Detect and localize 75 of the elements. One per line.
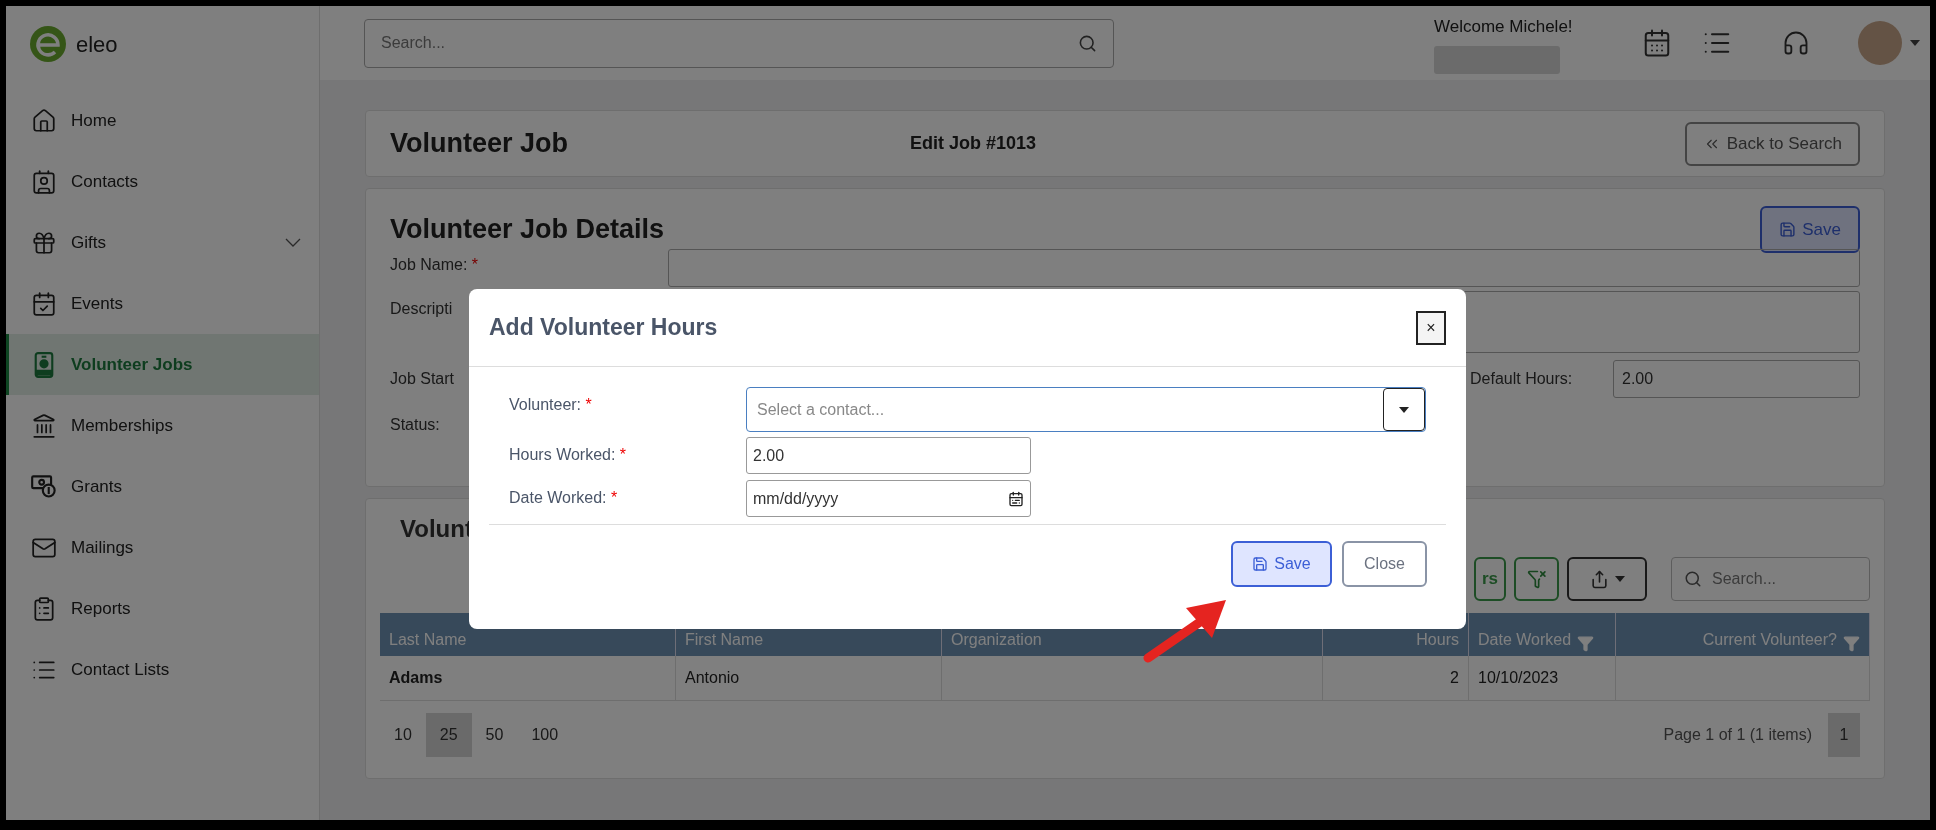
sidebar-item[interactable]: Contacts <box>6 151 319 212</box>
sidebar-item[interactable]: Reports <box>6 578 319 639</box>
welcome-text: Welcome Michele! <box>1434 16 1574 38</box>
save-button[interactable]: Save <box>1760 206 1860 253</box>
hours-field[interactable]: 2.00 <box>746 437 1031 474</box>
table-cell: 10/10/2023 <box>1469 656 1616 700</box>
page-title: Volunteer Job <box>390 127 570 161</box>
page-size-option[interactable]: 10 <box>380 713 426 757</box>
clear-filter-button[interactable] <box>1514 557 1559 601</box>
column-header[interactable]: Date Worked <box>1469 613 1616 656</box>
dropdown-toggle[interactable] <box>1383 388 1425 431</box>
filter-icon[interactable] <box>1577 635 1595 652</box>
floppy-icon <box>1779 221 1797 238</box>
field-label: Descripti <box>390 299 454 319</box>
page-size-option[interactable]: 50 <box>471 713 518 757</box>
default-hours-field[interactable]: 2.00 <box>1613 360 1860 398</box>
sidebar-item[interactable]: Mailings <box>6 517 319 578</box>
page-subtitle: Edit Job #1013 <box>910 132 1038 155</box>
sidebar-item[interactable]: Contact Lists <box>6 639 319 700</box>
search-icon <box>1684 570 1702 588</box>
section-title: Volunteer Job Details <box>390 213 665 247</box>
field-label: Date Worked: * <box>509 488 619 508</box>
search-field[interactable]: Search... <box>364 18 1114 68</box>
page-info: Page 1 of 1 (1 items) <box>1663 725 1812 745</box>
close-button[interactable]: × <box>1416 310 1446 345</box>
gift-icon <box>31 229 57 256</box>
money-icon <box>31 473 57 500</box>
filter-icon[interactable] <box>1843 635 1860 652</box>
dialog-title: Add Volunteer Hours <box>489 313 718 343</box>
sidebar-item[interactable]: Events <box>6 273 319 334</box>
sidebar-item[interactable]: Home <box>6 90 319 151</box>
caret-icon[interactable] <box>1910 40 1920 46</box>
caret-icon <box>1614 576 1625 582</box>
calendar-check-icon <box>31 290 57 317</box>
contact-select[interactable]: Select a contact... <box>746 387 1426 432</box>
field-label: Hours Worked: * <box>509 445 628 465</box>
contact-card-icon <box>31 168 57 195</box>
date-field[interactable]: mm/dd/yyyy <box>746 480 1031 517</box>
sidebar-item[interactable]: Gifts <box>6 212 319 273</box>
sidebar-item[interactable]: Grants <box>6 456 319 517</box>
add-volunteers-button[interactable]: rs <box>1473 557 1506 601</box>
floppy-icon <box>1252 556 1269 572</box>
table-search-field[interactable]: Search... <box>1671 557 1870 601</box>
close-button[interactable]: Close <box>1342 541 1427 587</box>
chevron-icon <box>285 238 301 247</box>
bank-icon <box>31 412 57 439</box>
page-size-option[interactable]: 25 <box>425 713 472 757</box>
caret-icon <box>1399 406 1409 413</box>
page-button[interactable]: 1 <box>1828 713 1860 757</box>
headset-icon[interactable] <box>1782 29 1810 57</box>
sidebar-item[interactable]: Volunteer Jobs <box>6 334 319 395</box>
logo-icon <box>28 24 68 64</box>
calendar-icon <box>1008 490 1024 507</box>
back-button[interactable]: Back to Search <box>1684 121 1860 166</box>
home-icon <box>31 107 57 134</box>
field-label: Status: <box>390 415 441 435</box>
page-size-option[interactable]: 100 <box>517 713 573 757</box>
search-icon <box>1078 33 1097 53</box>
export-icon <box>1589 569 1609 589</box>
export-button[interactable] <box>1567 557 1647 601</box>
field-label: Default Hours: <box>1470 369 1574 389</box>
save-button[interactable]: Save <box>1231 541 1332 587</box>
sidebar-item[interactable]: Memberships <box>6 395 319 456</box>
field-label: Job Start <box>390 369 456 389</box>
logo-text: eleo <box>76 30 118 59</box>
table-cell: 2 <box>1323 656 1469 700</box>
clipboard-icon <box>31 595 57 622</box>
filter-clear-icon <box>1526 569 1547 589</box>
calendar-icon[interactable] <box>1642 28 1672 58</box>
job-name-field[interactable] <box>668 249 1860 287</box>
field-label: Volunteer: * <box>509 395 593 415</box>
table-cell: Antonio <box>676 656 942 700</box>
field-label: Job Name: * <box>390 255 480 275</box>
column-header[interactable]: Current Volunteer? <box>1616 613 1870 656</box>
table-cell: Adams <box>380 656 676 700</box>
